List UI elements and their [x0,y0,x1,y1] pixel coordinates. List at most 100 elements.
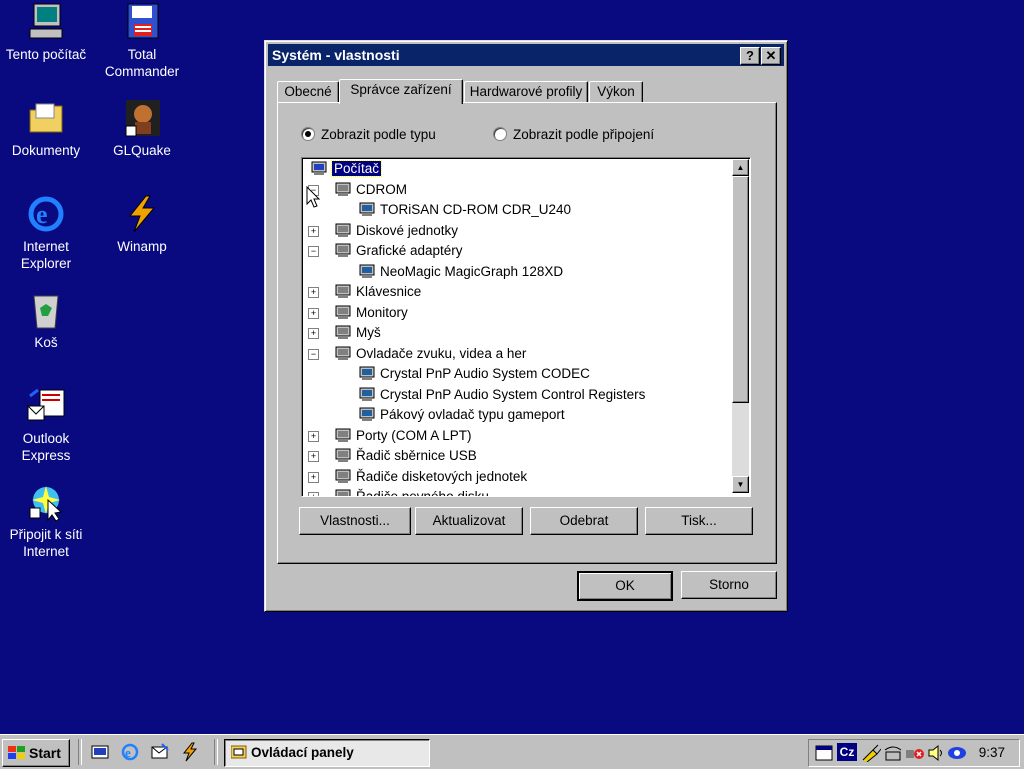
tree-item-label: NeoMagic MagicGraph 128XD [380,263,564,279]
window-title: Systém - vlastnosti [272,47,400,63]
device-icon [358,406,376,422]
tree-item-label: Pákový ovladač typu gameport [380,407,565,422]
tree-device-item[interactable]: Crystal PnP Audio System CODEC [358,364,590,384]
device-icon [334,181,352,197]
desktop-icon-internet-explorer[interactable]: e Internet Explorer [0,194,92,272]
tree-expander[interactable]: − [308,246,319,257]
power-plug-icon[interactable] [861,744,882,763]
tree-category-item[interactable]: Klávesnice [334,282,421,302]
media-player-icon[interactable] [947,744,967,762]
ok-button[interactable]: OK [577,571,673,601]
print-button[interactable]: Tisk... [645,507,753,535]
radio-view-by-connection[interactable]: Zobrazit podle připojení [493,127,654,143]
tree-category-item[interactable]: Řadiče disketových jednotek [334,467,527,487]
network-disconnected-icon[interactable] [905,744,925,762]
radio-indicator [493,127,507,141]
desktop-icon-documents[interactable]: Dokumenty [0,98,92,159]
properties-button[interactable]: Vlastnosti... [299,507,411,535]
tree-category-item[interactable]: Řadič sběrnice USB [334,446,477,466]
winamp-bolt-icon [122,194,162,234]
taskbar-item-control-panel[interactable]: Ovládací panely [224,739,430,767]
connect-wizard-icon [26,482,66,522]
device-icon [358,365,376,381]
tree-category-item[interactable]: Myš [334,323,381,343]
desktop-icon-label: Koš [34,335,58,350]
recycle-bin-icon [26,290,66,330]
scroll-thumb[interactable] [732,176,749,403]
floppy-icon [122,2,162,42]
system-properties-window: Systém - vlastnosti ? ✕ Obecné Správce z… [264,40,788,612]
desktop-icon-glquake[interactable]: GLQuake [96,98,188,159]
close-button[interactable]: ✕ [761,47,781,65]
desktop-icon-outlook-express[interactable]: Outlook Express [0,386,92,464]
tree-item-label: Porty (COM A LPT) [356,427,472,443]
tree-item-label: Myš [356,325,381,340]
desktop-icon-recycle-bin[interactable]: Koš [0,290,92,351]
device-icon [358,201,376,217]
tab-device-manager[interactable]: Správce zařízení [339,79,463,104]
tree-expander[interactable]: + [308,471,319,483]
tab-performance[interactable]: Výkon [589,81,643,102]
tree-category-item[interactable]: Ovladače zvuku, videa a her [334,344,526,364]
device-tree[interactable]: Počítač − CDROM TORiSAN CD-ROM CDR_U240 + Dis… [301,157,751,497]
task-scheduler-icon[interactable] [815,744,833,762]
ie-icon: e [26,194,66,234]
tree-category-item[interactable]: Porty (COM A LPT) [334,426,472,446]
tree-category-item[interactable]: CDROM [334,180,407,200]
desktop-icon-connect-internet[interactable]: Připojit k síti Internet [0,482,92,560]
tab-hardware-profiles[interactable]: Hardwarové profily [464,81,588,102]
tree-expander[interactable]: + [308,451,319,462]
help-button[interactable]: ? [740,47,760,65]
modem-icon[interactable] [883,744,903,762]
tree-device-item[interactable]: Pákový ovladač typu gameport [358,405,565,425]
tree-category-item[interactable]: Monitory [334,303,408,323]
tree-item-label: Klávesnice [356,284,422,299]
device-icon [334,427,352,443]
cancel-button[interactable]: Storno [681,571,777,599]
tree-device-item[interactable]: Crystal PnP Audio System Control Registe… [358,385,645,405]
tree-expander[interactable]: + [308,492,319,496]
winamp-icon[interactable] [180,742,200,762]
show-desktop-icon[interactable] [90,742,110,762]
tree-root-item[interactable]: Počítač [310,159,383,179]
tree-item-label: Monitory [356,304,408,320]
tree-device-item[interactable]: NeoMagic MagicGraph 128XD [358,262,563,282]
desktop-icon-label: Dokumenty [11,143,81,158]
start-button[interactable]: Start [2,739,70,767]
desktop-icon-total-commander[interactable]: Total Commander [96,2,188,80]
start-label: Start [29,745,61,761]
scroll-down-button[interactable]: ▼ [732,476,749,493]
tree-expander[interactable]: + [308,307,319,319]
refresh-button[interactable]: Aktualizovat [415,507,523,535]
tree-expander[interactable]: + [308,225,319,237]
volume-speaker-icon[interactable] [927,744,945,762]
tab-general[interactable]: Obecné [277,81,339,102]
tree-item-label: Crystal PnP Audio System CODEC [380,366,590,381]
clock[interactable]: 9:37 [979,740,1005,766]
tree-scrollbar[interactable]: ▲ ▼ [732,159,749,493]
tree-device-item[interactable]: TORiSAN CD-ROM CDR_U240 [358,200,571,220]
tree-expander[interactable]: + [308,287,319,298]
desktop-icon-my-computer[interactable]: Tento počítač [0,2,92,63]
window-titlebar[interactable]: Systém - vlastnosti ? ✕ [268,44,784,66]
desktop-icon-label: Winamp [117,239,167,254]
tree-expander[interactable]: + [308,328,319,339]
tree-category-item[interactable]: Diskové jednotky [334,221,458,241]
tree-category-item[interactable]: Grafické adaptéry [334,241,463,261]
desktop-icon-label: Total Commander [104,47,180,79]
scroll-up-button[interactable]: ▲ [732,159,749,176]
internet-explorer-icon[interactable]: e [120,742,140,762]
svg-text:e: e [36,200,48,229]
taskbar-separator [214,739,218,765]
remove-button[interactable]: Odebrat [530,507,638,535]
tree-expander[interactable]: − [308,348,319,360]
device-icon [334,304,352,320]
tree-item-label: Řadiče pevného disku [356,489,489,497]
radio-view-by-type[interactable]: Zobrazit podle typu [301,127,436,143]
desktop-icon-winamp[interactable]: Winamp [96,194,188,255]
desktop-icon-label: Tento počítač [5,47,87,62]
tree-expander[interactable]: + [308,430,319,442]
tree-category-item[interactable]: Řadiče pevného disku [334,487,489,497]
keyboard-language-indicator[interactable]: Cz [837,743,857,761]
outlook-express-icon[interactable] [150,742,170,762]
